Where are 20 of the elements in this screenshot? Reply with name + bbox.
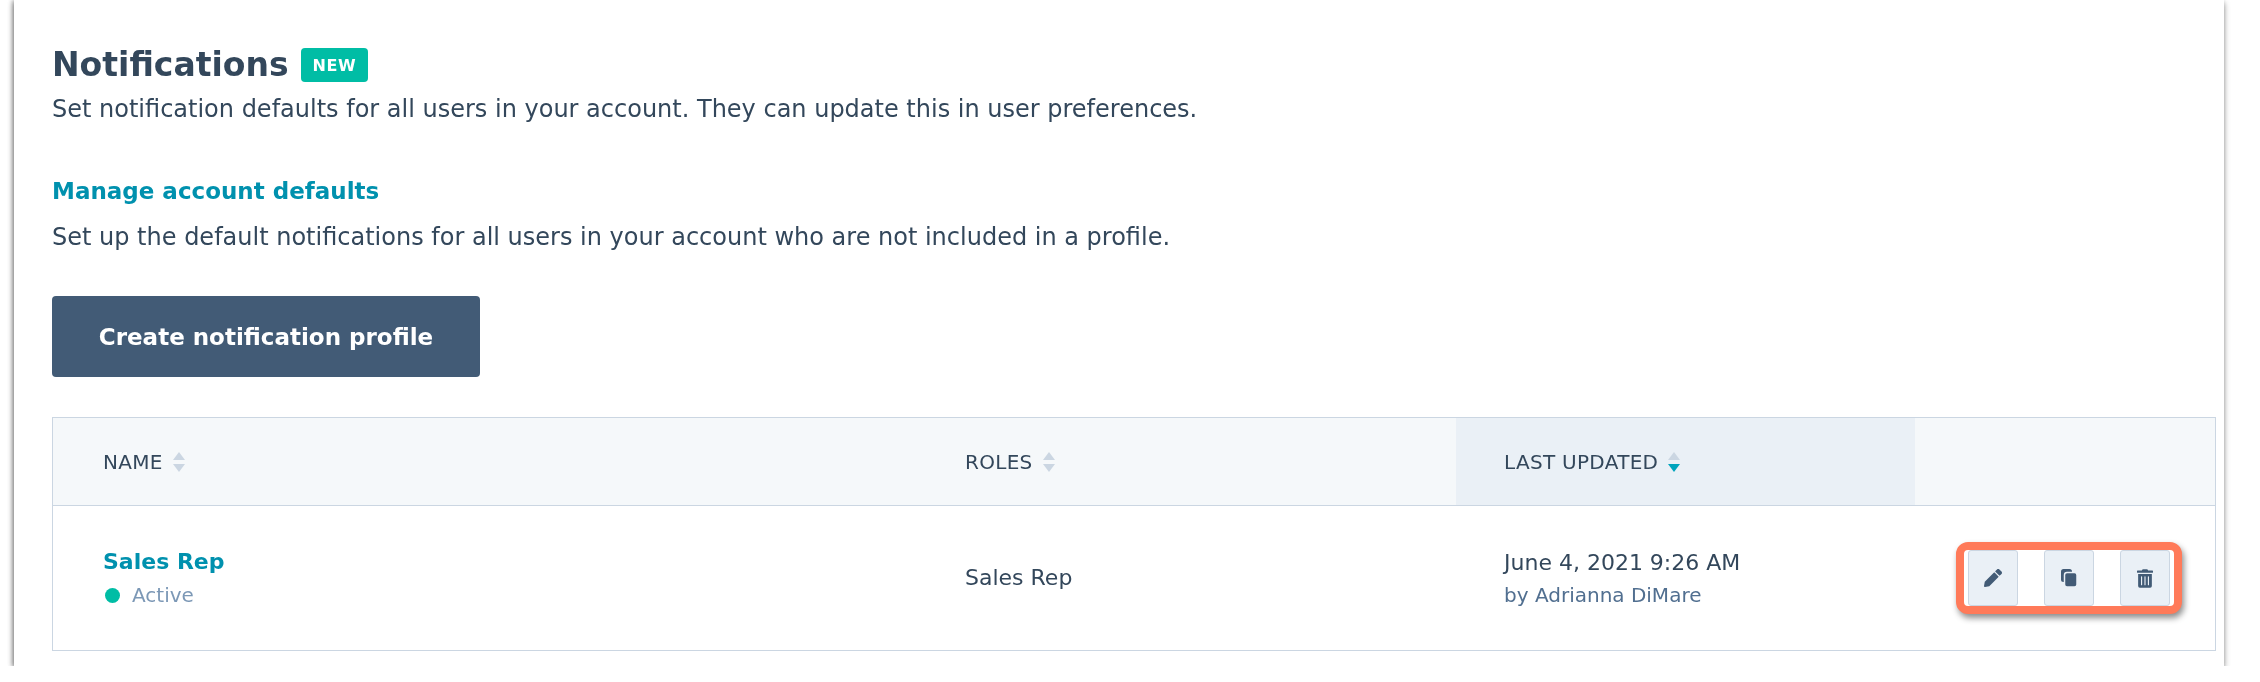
column-sort-button[interactable]: ROLES — [965, 449, 1055, 474]
page-description: Set notification defaults for all users in your account. They can update this in user preferences. — [52, 94, 1199, 125]
updated-date: June 4, 2021 9:26 AM — [1504, 549, 1741, 577]
column-sort-button[interactable]: NAME — [103, 449, 185, 474]
create-profile-button[interactable]: Create notification profile — [52, 296, 480, 377]
defaults-description: Set up the default notifications for all users in your account who are not included in a profile. — [52, 222, 1172, 253]
delete-button[interactable] — [2120, 550, 2170, 606]
edit-button[interactable] — [1968, 550, 2018, 606]
profile-name-link[interactable]: Sales Rep — [103, 547, 225, 577]
pencil-icon — [1984, 569, 2002, 587]
new-badge: NEW — [300, 48, 369, 82]
page-title: Notifications — [52, 44, 289, 86]
column-sort-button[interactable]: LAST UPDATED — [1504, 449, 1681, 474]
status-text: Active — [132, 582, 194, 609]
clone-button[interactable] — [2044, 550, 2094, 606]
trash-icon — [2137, 568, 2153, 588]
table-cell-text: Sales Rep — [965, 564, 1073, 592]
manage-defaults-link[interactable]: Manage account defaults — [52, 175, 380, 207]
copy-icon — [2061, 569, 2077, 587]
updated-by-text: by Adrianna DiMare — [1504, 582, 1702, 609]
